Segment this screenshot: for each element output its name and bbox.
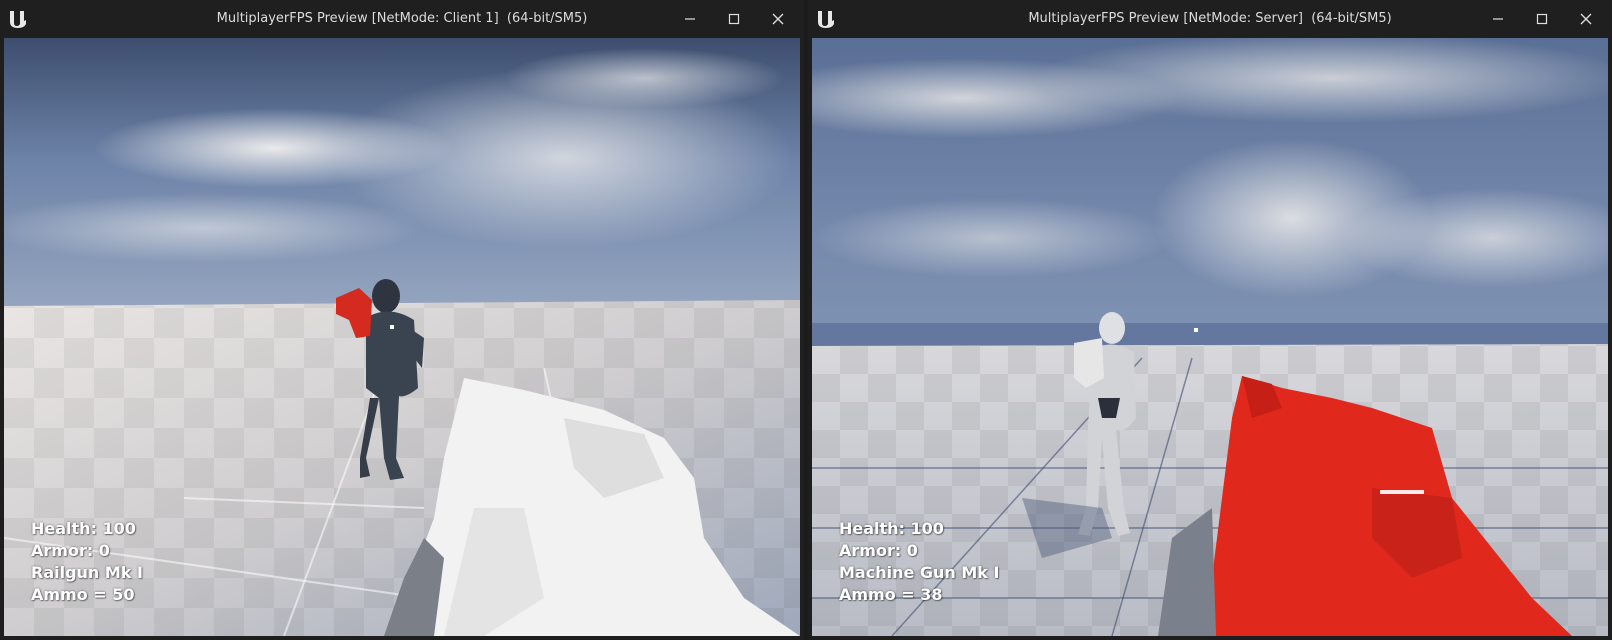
cloud <box>812 198 1172 278</box>
crosshair <box>1194 328 1198 332</box>
client-preview-window[interactable]: MultiplayerFPS Preview [NetMode: Client … <box>0 0 804 640</box>
crosshair <box>390 325 394 329</box>
game-viewport[interactable]: Health: 100 Armor: 0 Machine Gun Mk I Am… <box>812 38 1608 636</box>
close-icon <box>772 13 784 25</box>
minimize-icon <box>685 18 695 20</box>
minimize-button[interactable] <box>668 0 712 38</box>
game-viewport[interactable]: Health: 100 Armor: 0 Railgun Mk I Ammo =… <box>4 38 800 636</box>
close-button[interactable] <box>756 0 800 38</box>
weapon-name: Railgun Mk I <box>31 563 143 582</box>
title-bar[interactable]: MultiplayerFPS Preview [NetMode: Client … <box>0 0 804 38</box>
ammo-label: Ammo = 38 <box>839 585 943 604</box>
server-preview-window[interactable]: MultiplayerFPS Preview [NetMode: Server]… <box>808 0 1612 640</box>
close-button[interactable] <box>1564 0 1608 38</box>
horizon <box>812 323 1608 348</box>
cloud <box>504 48 784 108</box>
hud: Health: 100 Armor: 0 Railgun Mk I Ammo =… <box>31 518 143 606</box>
cloud <box>4 193 424 263</box>
maximize-button[interactable] <box>1520 0 1564 38</box>
health-label: Health: 100 <box>839 519 944 538</box>
health-label: Health: 100 <box>31 519 136 538</box>
minimize-icon <box>1493 18 1503 20</box>
armor-label: Armor: 0 <box>839 541 918 560</box>
maximize-icon <box>728 13 740 25</box>
maximize-button[interactable] <box>712 0 756 38</box>
maximize-icon <box>1536 13 1548 25</box>
title-bar[interactable]: MultiplayerFPS Preview [NetMode: Server]… <box>808 0 1612 38</box>
hud: Health: 100 Armor: 0 Machine Gun Mk I Am… <box>839 518 999 606</box>
armor-label: Armor: 0 <box>31 541 110 560</box>
minimize-button[interactable] <box>1476 0 1520 38</box>
ammo-label: Ammo = 50 <box>31 585 135 604</box>
weapon-name: Machine Gun Mk I <box>839 563 1000 582</box>
close-icon <box>1580 13 1592 25</box>
